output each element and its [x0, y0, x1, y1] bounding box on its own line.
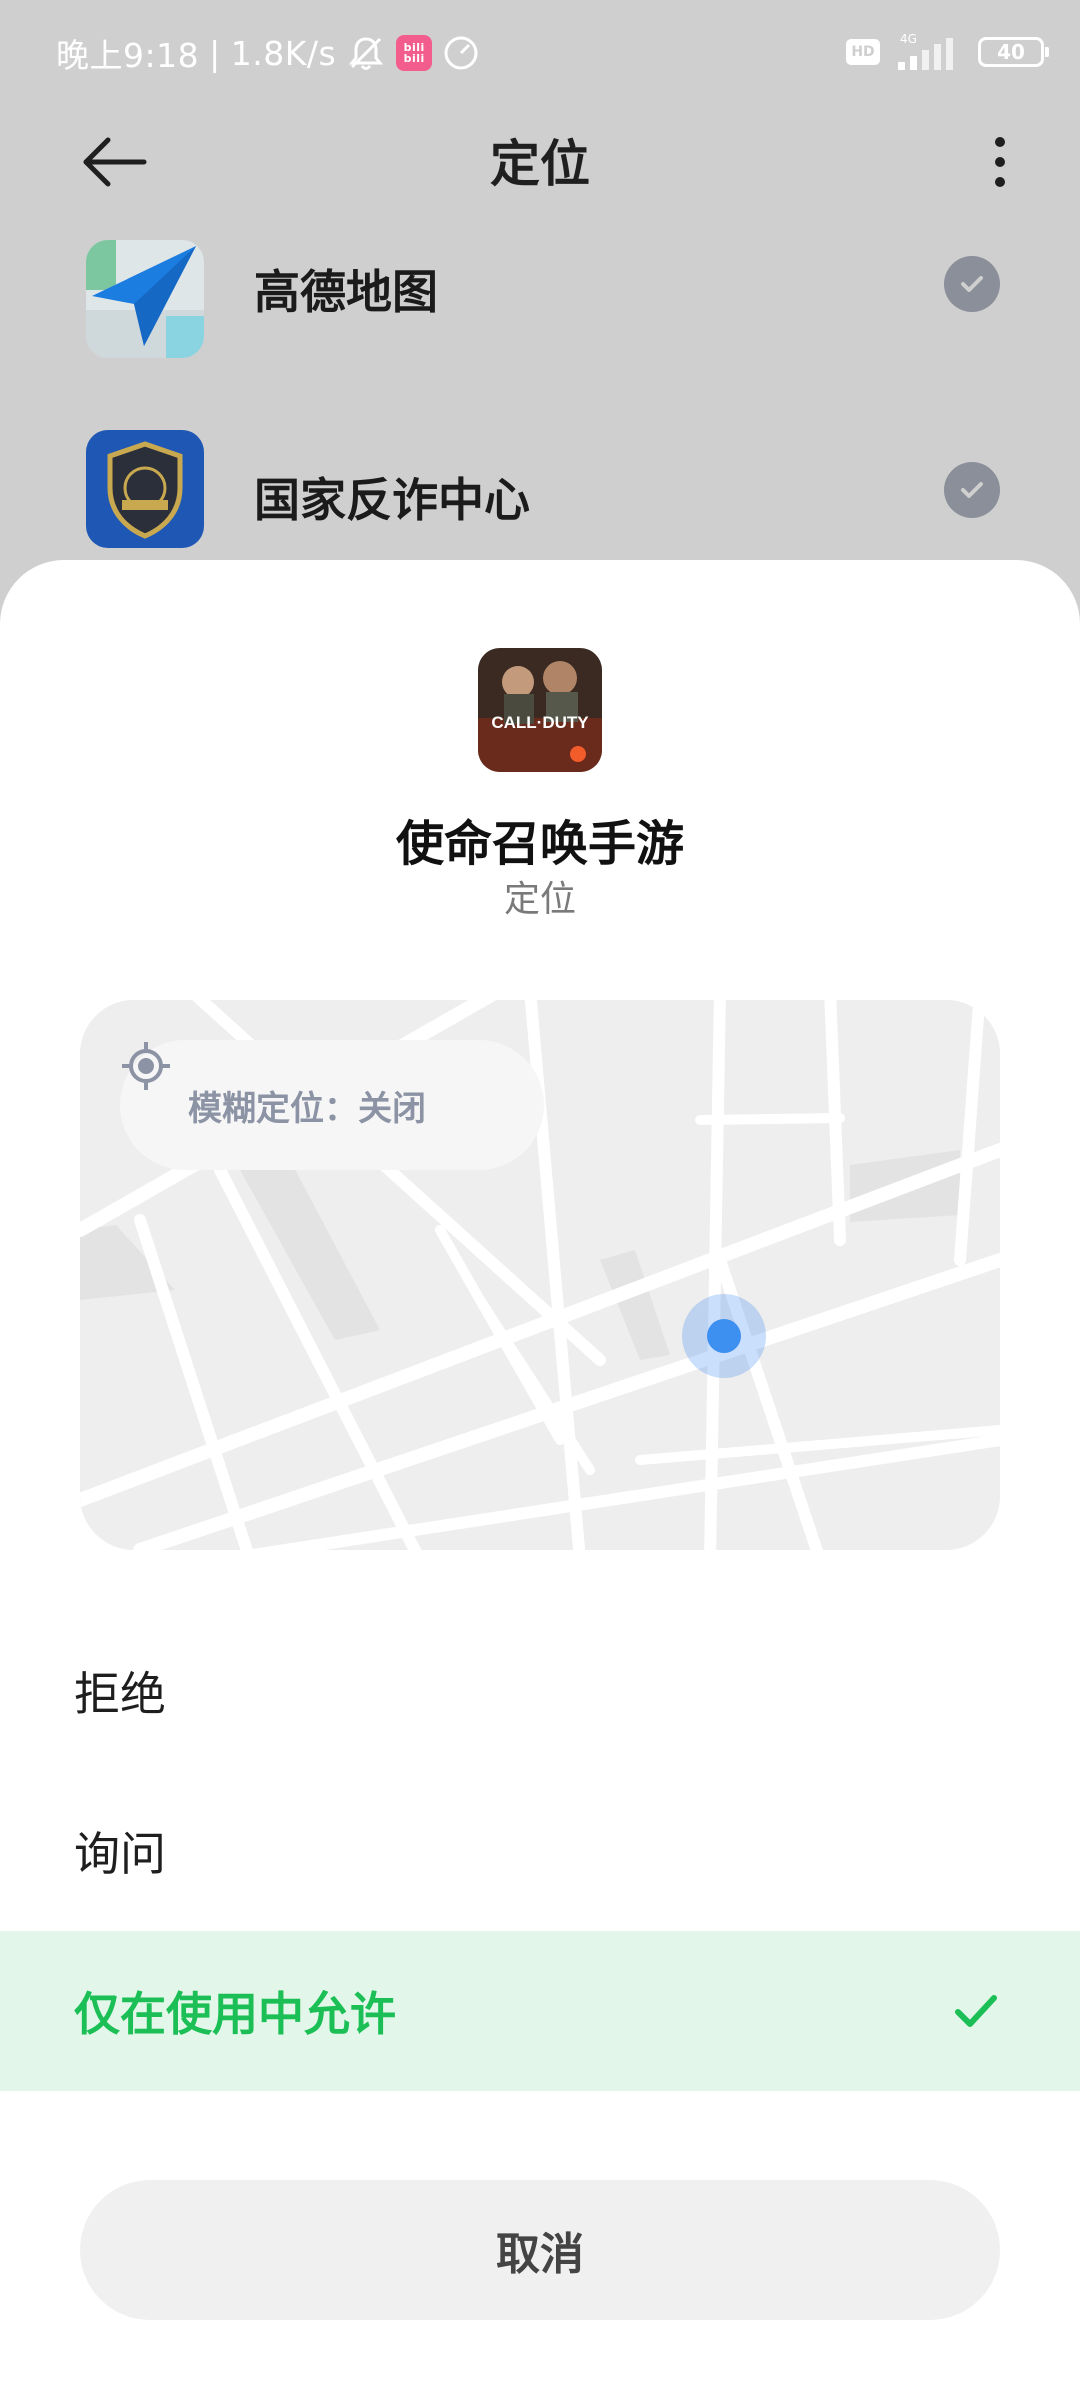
permission-bottom-sheet: CALL·DUTY 使命召唤手游 定位 模糊定位：关闭 拒绝 询问 仅在使用中允… — [0, 560, 1080, 2400]
more-options-button[interactable] — [980, 132, 1020, 192]
more-vertical-icon — [995, 137, 1005, 187]
battery-level: 40 — [997, 40, 1025, 64]
signal-icon: 4G — [894, 32, 964, 72]
speedometer-icon — [442, 34, 480, 72]
checkmark-icon — [952, 1987, 1000, 2035]
app-name: 国家反诈中心 — [254, 473, 530, 527]
current-location-marker — [682, 1294, 766, 1378]
anti-fraud-icon — [86, 430, 204, 548]
list-item-app[interactable]: 国家反诈中心 — [0, 420, 1080, 560]
game-app-icon: CALL·DUTY — [478, 648, 602, 772]
permission-name: 定位 — [503, 879, 576, 920]
check-badge-icon — [944, 462, 1000, 518]
cancel-button[interactable]: 取消 — [80, 2180, 1000, 2320]
status-bar: 晚上9:18 | 1.8K/s bili bili HD 4G 40 — [0, 0, 1080, 105]
location-map: 模糊定位：关闭 — [80, 1000, 1000, 1550]
fuzzy-location-toggle[interactable]: 模糊定位：关闭 — [120, 1040, 544, 1170]
top-app-bar: 定位 — [0, 110, 1080, 210]
option-label: 拒绝 — [74, 1667, 166, 1721]
app-title: 使命召唤手游 — [395, 816, 684, 872]
page-title: 定位 — [490, 135, 590, 193]
battery-icon: 40 — [978, 37, 1049, 67]
check-badge-icon — [944, 256, 1000, 312]
status-divider: | — [209, 33, 221, 73]
option-label: 仅在使用中允许 — [74, 1987, 396, 2041]
option-label: 询问 — [74, 1827, 166, 1881]
option-deny[interactable]: 拒绝 — [0, 1611, 1080, 1771]
bilibili-icon: bili bili — [396, 35, 433, 71]
option-allow-while-using[interactable]: 仅在使用中允许 — [0, 1931, 1080, 2091]
location-dot — [707, 1319, 741, 1353]
bell-muted-icon — [346, 33, 386, 73]
status-time: 晚上9:18 — [56, 36, 200, 75]
app-name: 高德地图 — [254, 265, 438, 319]
option-ask[interactable]: 询问 — [0, 1771, 1080, 1931]
hd-icon: HD — [846, 39, 880, 65]
fuzzy-location-label: 模糊定位：关闭 — [188, 1088, 426, 1129]
status-net-speed: 1.8K/s — [230, 33, 337, 73]
amap-icon — [86, 240, 204, 358]
game-icon-text: CALL·DUTY — [491, 713, 589, 732]
network-type-label: 4G — [900, 32, 917, 46]
list-item-app[interactable]: 高德地图 — [0, 212, 1080, 358]
